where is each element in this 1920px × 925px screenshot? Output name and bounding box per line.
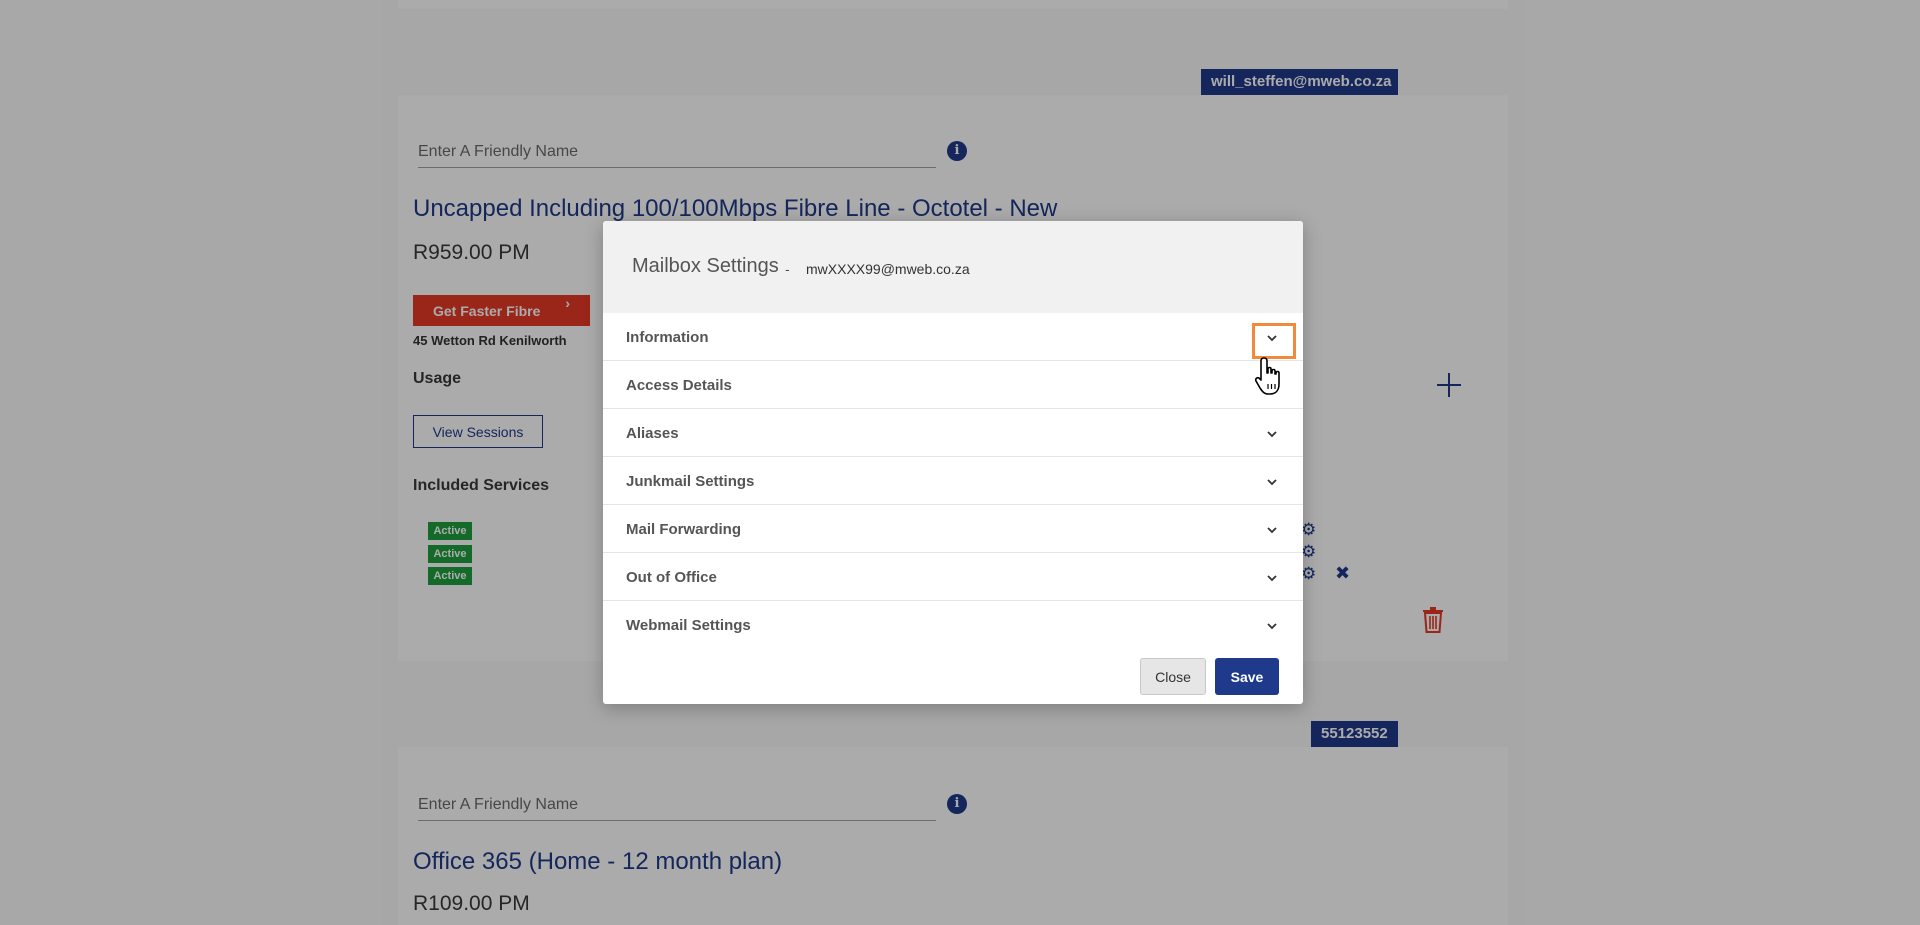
title-separator: -: [785, 261, 790, 277]
section-mail-forwarding[interactable]: Mail Forwarding: [603, 505, 1303, 553]
chevron-down-icon[interactable]: [1265, 475, 1279, 489]
section-access-details[interactable]: Access Details: [603, 361, 1303, 409]
chevron-down-icon[interactable]: [1265, 523, 1279, 537]
section-label: Access Details: [626, 377, 732, 394]
mailbox-settings-modal: Mailbox Settings - mwXXXX99@mweb.co.za I…: [603, 221, 1303, 704]
save-button[interactable]: Save: [1215, 658, 1279, 695]
modal-header: Mailbox Settings - mwXXXX99@mweb.co.za: [603, 221, 1303, 313]
hand-cursor-icon: [1255, 357, 1280, 395]
section-information[interactable]: Information: [603, 313, 1303, 361]
section-aliases[interactable]: Aliases: [603, 409, 1303, 457]
close-button[interactable]: Close: [1140, 658, 1206, 695]
section-label: Information: [626, 329, 709, 346]
section-junkmail-settings[interactable]: Junkmail Settings: [603, 457, 1303, 505]
chevron-down-icon[interactable]: [1265, 571, 1279, 585]
section-label: Aliases: [626, 425, 679, 442]
section-label: Mail Forwarding: [626, 521, 742, 538]
section-out-of-office[interactable]: Out of Office: [603, 553, 1303, 601]
section-label: Junkmail Settings: [626, 473, 755, 490]
modal-title: Mailbox Settings: [632, 255, 779, 277]
chevron-down-icon[interactable]: [1265, 619, 1279, 633]
section-label: Out of Office: [626, 569, 717, 586]
chevron-down-icon[interactable]: [1265, 427, 1279, 441]
section-webmail-settings[interactable]: Webmail Settings: [603, 601, 1303, 649]
section-label: Webmail Settings: [626, 617, 751, 634]
click-highlight-box: [1252, 323, 1296, 359]
mailbox-email: mwXXXX99@mweb.co.za: [806, 261, 970, 277]
